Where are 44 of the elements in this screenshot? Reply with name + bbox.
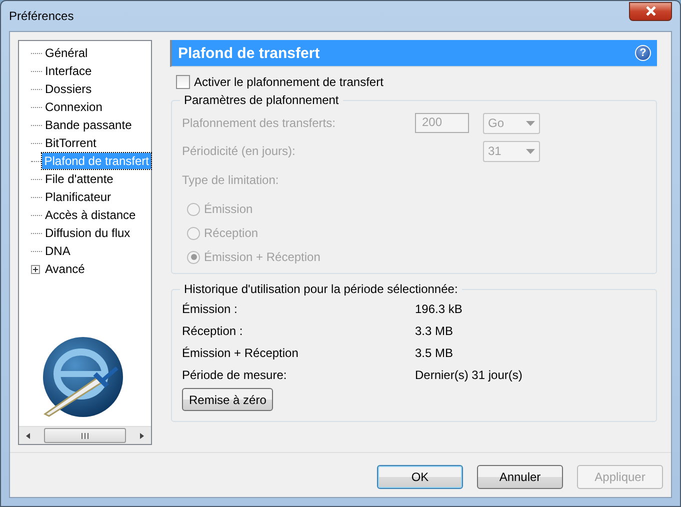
field-label: Périodicité (en jours): <box>182 144 296 158</box>
grip-icon <box>81 432 89 438</box>
radio-label: Réception <box>204 226 258 240</box>
dropdown-arrow-icon <box>526 148 535 154</box>
stat-label: Émission + Réception <box>182 346 300 360</box>
tree-item[interactable]: Accès à distance <box>43 207 138 223</box>
field-label: Plafonnement des transferts: <box>182 116 336 130</box>
close-button[interactable] <box>629 2 672 20</box>
tree-item[interactable]: Avancé <box>43 261 87 277</box>
dialog-button[interactable]: OK <box>377 465 463 489</box>
horizontal-scrollbar[interactable] <box>19 426 151 444</box>
radio-label: Émission <box>204 202 253 216</box>
tree-item[interactable]: Général <box>43 45 90 61</box>
close-icon <box>644 6 656 16</box>
tree-item[interactable]: Dossiers <box>43 81 94 97</box>
stat-value: Dernier(s) 31 jour(s) <box>415 368 522 382</box>
reset-button[interactable]: Remise à zéro <box>182 388 274 411</box>
tree-item[interactable]: BitTorrent <box>43 135 98 151</box>
group-title: Historique d'utilisation pour la période sélectionnée: <box>183 282 459 296</box>
stat-value: 196.3 kB <box>415 302 462 316</box>
stat-label: Réception : <box>182 324 244 338</box>
section-title: Plafond de transfert <box>178 44 320 62</box>
tree-item[interactable]: File d'attente <box>43 171 116 187</box>
tree-item[interactable]: Interface <box>43 63 94 79</box>
scroll-left-icon[interactable] <box>24 432 32 440</box>
stat-label: Période de mesure: <box>182 368 288 382</box>
window-title: Préférences <box>9 9 74 23</box>
dialog-button[interactable]: Annuler <box>477 465 563 489</box>
checkbox[interactable] <box>176 75 190 89</box>
scroll-right-icon[interactable] <box>138 432 146 440</box>
checkbox-label: Activer le plafonnement de transfert <box>194 75 384 89</box>
stat-value: 3.5 MB <box>415 346 454 360</box>
field-label: Type de limitation: <box>182 173 280 187</box>
tree-item[interactable]: Bande passante <box>43 117 134 133</box>
expand-icon[interactable] <box>31 264 40 274</box>
tree-item[interactable]: Planificateur <box>43 189 114 205</box>
tree-item[interactable]: Diffusion du flux <box>43 225 132 241</box>
group-title: Paramètres de plafonnement <box>183 93 340 107</box>
tree-item[interactable]: Connexion <box>43 99 104 115</box>
dropdown-arrow-icon <box>526 120 535 126</box>
stat-value: 3.3 MB <box>415 324 454 338</box>
tree-item[interactable]: DNA <box>43 243 72 259</box>
stat-label: Émission : <box>182 302 238 316</box>
radio-label: Émission + Réception <box>204 250 320 264</box>
